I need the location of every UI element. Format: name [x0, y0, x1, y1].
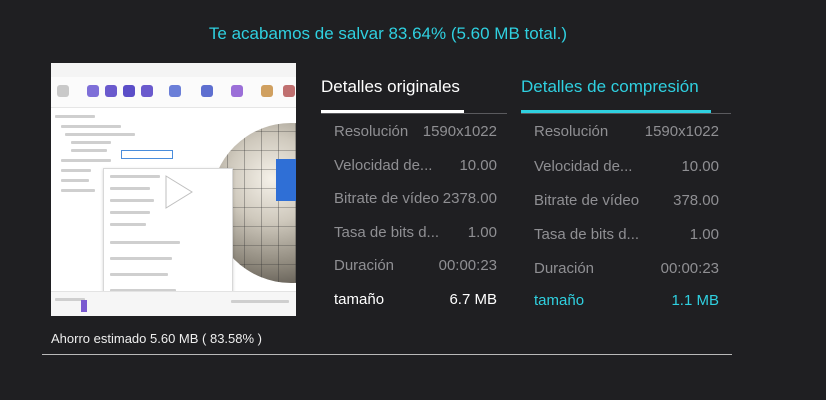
compressed-framerate-row: Velocidad de... 10.00	[534, 157, 719, 177]
row-value: 1.00	[467, 224, 497, 241]
original-framerate-row: Velocidad de... 10.00	[334, 156, 497, 176]
row-value: 1590x1022	[422, 123, 497, 140]
preview-selection-highlight	[276, 159, 296, 201]
play-icon[interactable]	[159, 174, 195, 210]
row-value: 6.7 MB	[449, 291, 497, 308]
original-size-row: tamaño 6.7 MB	[334, 290, 497, 310]
row-label: Bitrate de vídeo	[534, 192, 640, 209]
original-duration-row: Duración 00:00:23	[334, 256, 497, 276]
row-label: Velocidad de...	[334, 157, 433, 174]
row-label: Bitrate de vídeo	[334, 190, 440, 207]
estimated-savings-text: Ahorro estimado 5.60 MB ( 83.58% )	[51, 331, 262, 346]
row-value: 00:00:23	[660, 260, 719, 277]
bottom-divider	[42, 354, 732, 355]
preview-input-field	[121, 150, 173, 159]
row-value: 10.00	[459, 157, 497, 174]
row-value: 1.1 MB	[671, 292, 719, 309]
preview-toolbar	[51, 77, 296, 108]
original-video-bitrate-row: Bitrate de vídeo 2378.00	[334, 189, 497, 209]
row-label: Duración	[334, 257, 395, 274]
compressed-audio-bitrate-row: Tasa de bits d... 1.00	[534, 225, 719, 245]
row-label: tamaño	[534, 292, 585, 309]
row-label: Resolución	[534, 123, 609, 140]
compressed-resolution-row: Resolución 1590x1022	[534, 122, 719, 142]
tab-compressed-divider	[521, 113, 731, 114]
row-label: Resolución	[334, 123, 409, 140]
row-label: Velocidad de...	[534, 158, 633, 175]
compressed-duration-row: Duración 00:00:23	[534, 259, 719, 279]
row-label: tamaño	[334, 291, 385, 308]
compressed-size-row: tamaño 1.1 MB	[534, 291, 719, 311]
row-value: 1.00	[689, 226, 719, 243]
row-value: 00:00:23	[438, 257, 497, 274]
row-label: Tasa de bits d...	[534, 226, 640, 243]
preview-statusbar	[51, 291, 296, 316]
tab-original-divider	[321, 113, 507, 114]
row-value: 378.00	[673, 192, 719, 209]
preview-window-titlebar	[51, 63, 296, 78]
row-label: Tasa de bits d...	[334, 224, 440, 241]
original-audio-bitrate-row: Tasa de bits d... 1.00	[334, 223, 497, 243]
row-label: Duración	[534, 260, 595, 277]
tab-original-details[interactable]: Detalles originales	[321, 77, 460, 97]
row-value: 10.00	[681, 158, 719, 175]
row-value: 1590x1022	[644, 123, 719, 140]
row-value: 2378.00	[442, 190, 497, 207]
savings-headline: Te acabamos de salvar 83.64% (5.60 MB to…	[208, 24, 568, 43]
compressed-video-bitrate-row: Bitrate de vídeo 378.00	[534, 191, 719, 211]
tab-compression-details[interactable]: Detalles de compresión	[521, 77, 699, 97]
original-resolution-row: Resolución 1590x1022	[334, 122, 497, 142]
